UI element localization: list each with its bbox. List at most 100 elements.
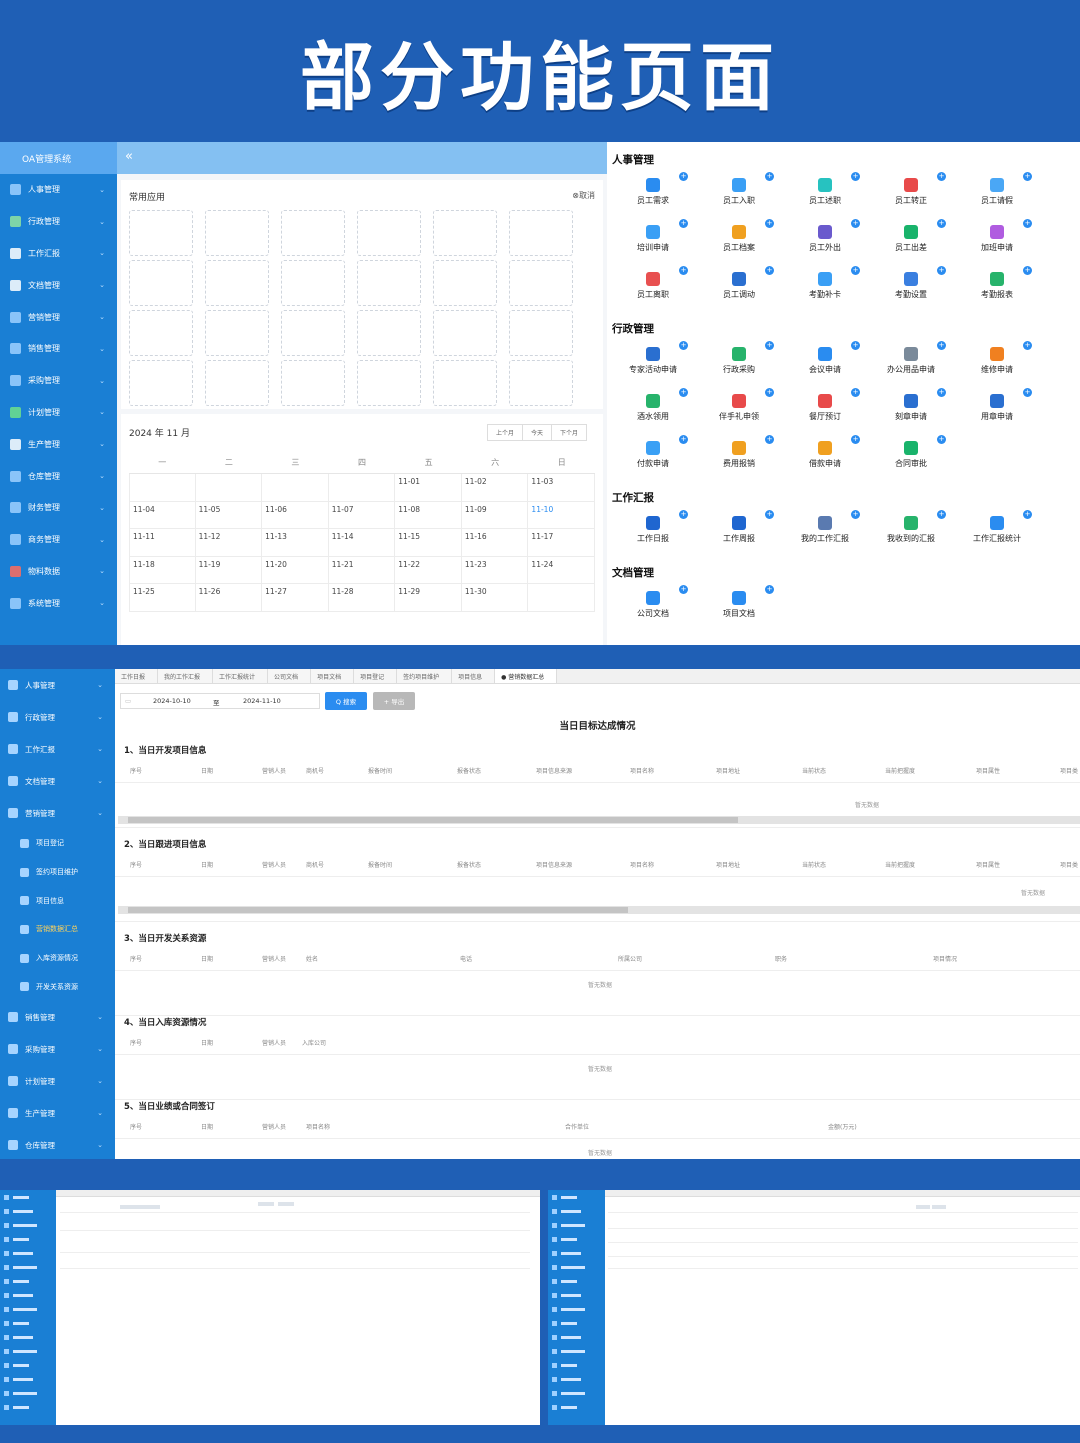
add-icon[interactable]: + — [765, 585, 774, 594]
tab[interactable]: 我的工作汇报 — [158, 669, 214, 683]
sidebar-item[interactable]: 生产管理 ⌄ — [0, 428, 117, 460]
sidebar-subitem[interactable]: 入库资源情况 — [0, 944, 115, 973]
filter-control[interactable] — [932, 1205, 946, 1209]
calendar-day[interactable]: 11-13 — [262, 529, 329, 557]
sidebar-item[interactable]: 文档管理 ⌄ — [0, 269, 117, 301]
app-tile[interactable]: 员工离职 + — [610, 266, 696, 313]
add-icon[interactable]: + — [1023, 341, 1032, 350]
calendar-day[interactable] — [328, 474, 396, 502]
app-slot[interactable] — [205, 210, 269, 256]
app-tile[interactable]: 费用报销 + — [696, 435, 782, 482]
add-icon[interactable]: + — [679, 172, 688, 181]
sidebar-subitem[interactable]: 开发关系资源 — [0, 972, 115, 1001]
add-icon[interactable]: + — [937, 219, 946, 228]
app-tile[interactable]: 员工请假 + — [954, 172, 1040, 219]
calendar-day[interactable] — [528, 584, 595, 612]
app-slot[interactable] — [281, 260, 345, 306]
app-slot[interactable] — [205, 260, 269, 306]
sidebar-item[interactable]: 物料数据 ⌄ — [0, 556, 117, 588]
app-tile[interactable]: 借款申请 + — [782, 435, 868, 482]
sidebar-item[interactable] — [0, 1386, 56, 1400]
sidebar-item[interactable] — [0, 1232, 56, 1246]
calendar-day[interactable]: 11-27 — [262, 584, 329, 612]
sidebar-item[interactable] — [548, 1344, 605, 1358]
sidebar-item[interactable]: 营销管理 ⌄ — [0, 797, 115, 829]
collapse-icon[interactable]: « — [125, 149, 133, 164]
sidebar-item[interactable] — [548, 1232, 605, 1246]
sidebar-item[interactable] — [0, 1246, 56, 1260]
app-slot[interactable] — [129, 360, 193, 406]
app-tile[interactable]: 员工转正 + — [868, 172, 954, 219]
calendar-day[interactable] — [262, 474, 329, 502]
app-tile[interactable]: 伴手礼申领 + — [696, 388, 782, 435]
sidebar-item[interactable] — [0, 1330, 56, 1344]
app-slot[interactable] — [205, 360, 269, 406]
calendar-day[interactable] — [195, 474, 263, 502]
calendar-day[interactable]: 11-01 — [395, 474, 462, 502]
sidebar-item[interactable]: 系统管理 ⌄ — [0, 587, 117, 619]
app-slot[interactable] — [281, 360, 345, 406]
calendar-day[interactable]: 11-19 — [195, 556, 263, 584]
app-tile[interactable]: 员工述职 + — [782, 172, 868, 219]
sidebar-item[interactable]: 生产管理 ⌄ — [0, 1097, 115, 1129]
app-tile[interactable]: 餐厅预订 + — [782, 388, 868, 435]
app-tile[interactable]: 公司文档 + — [610, 585, 696, 632]
app-tile[interactable]: 员工入职 + — [696, 172, 782, 219]
sidebar-item[interactable] — [0, 1274, 56, 1288]
add-icon[interactable]: + — [679, 510, 688, 519]
sidebar-item[interactable]: 行政管理 ⌄ — [0, 206, 117, 238]
add-icon[interactable]: + — [851, 435, 860, 444]
add-icon[interactable]: + — [679, 341, 688, 350]
add-icon[interactable]: + — [851, 341, 860, 350]
add-icon[interactable]: + — [1023, 388, 1032, 397]
sidebar-item[interactable] — [548, 1302, 605, 1316]
sidebar-item[interactable] — [0, 1302, 56, 1316]
sidebar-item[interactable] — [548, 1274, 605, 1288]
sidebar-item[interactable] — [0, 1358, 56, 1372]
calendar-day[interactable]: 11-18 — [129, 556, 196, 584]
filter-control[interactable] — [258, 1202, 274, 1206]
app-slot[interactable] — [509, 310, 573, 356]
app-tile[interactable]: 用章申请 + — [954, 388, 1040, 435]
add-icon[interactable]: + — [937, 341, 946, 350]
sidebar-item[interactable] — [548, 1190, 605, 1204]
export-button[interactable]: + 导出 — [373, 692, 415, 710]
app-slot[interactable] — [433, 210, 497, 256]
sidebar-item[interactable] — [548, 1204, 605, 1218]
add-icon[interactable]: + — [679, 266, 688, 275]
app-tile[interactable]: 合同审批 + — [868, 435, 954, 482]
app-tile[interactable]: 办公用品申请 + — [868, 341, 954, 388]
tab[interactable]: 项目文档 — [311, 669, 355, 683]
cancel-button[interactable]: ⊗取消 — [572, 190, 595, 201]
add-icon[interactable]: + — [937, 172, 946, 181]
sidebar-item[interactable]: 人事管理 ⌄ — [0, 669, 115, 701]
add-icon[interactable]: + — [765, 172, 774, 181]
sidebar-item[interactable]: 行政管理 ⌄ — [0, 701, 115, 733]
app-slot[interactable] — [509, 260, 573, 306]
add-icon[interactable]: + — [765, 435, 774, 444]
add-icon[interactable]: + — [765, 219, 774, 228]
app-tile[interactable]: 工作周报 + — [696, 510, 782, 557]
app-tile[interactable]: 我收到的汇报 + — [868, 510, 954, 557]
calendar-day[interactable]: 11-07 — [328, 501, 396, 529]
app-tile[interactable]: 维修申请 + — [954, 341, 1040, 388]
calendar-day[interactable]: 11-17 — [528, 529, 595, 557]
sidebar-item[interactable] — [0, 1316, 56, 1330]
sidebar-item[interactable]: 工作汇报 ⌄ — [0, 733, 115, 765]
app-tile[interactable]: 加班申请 + — [954, 219, 1040, 266]
add-icon[interactable]: + — [1023, 510, 1032, 519]
app-tile[interactable]: 员工档案 + — [696, 219, 782, 266]
prev-month-button[interactable]: 上个月 — [486, 424, 523, 441]
today-button[interactable]: 今天 — [521, 424, 552, 441]
calendar-day[interactable]: 11-11 — [129, 529, 196, 557]
sidebar-item[interactable] — [548, 1316, 605, 1330]
app-tile[interactable]: 考勤设置 + — [868, 266, 954, 313]
app-slot[interactable] — [357, 310, 421, 356]
calendar-day[interactable]: 11-23 — [461, 556, 529, 584]
add-icon[interactable]: + — [765, 510, 774, 519]
sidebar-item[interactable] — [0, 1204, 56, 1218]
add-icon[interactable]: + — [937, 435, 946, 444]
app-slot[interactable] — [357, 360, 421, 406]
sidebar-item[interactable] — [0, 1260, 56, 1274]
sidebar-subitem[interactable]: 项目登记 — [0, 829, 115, 858]
